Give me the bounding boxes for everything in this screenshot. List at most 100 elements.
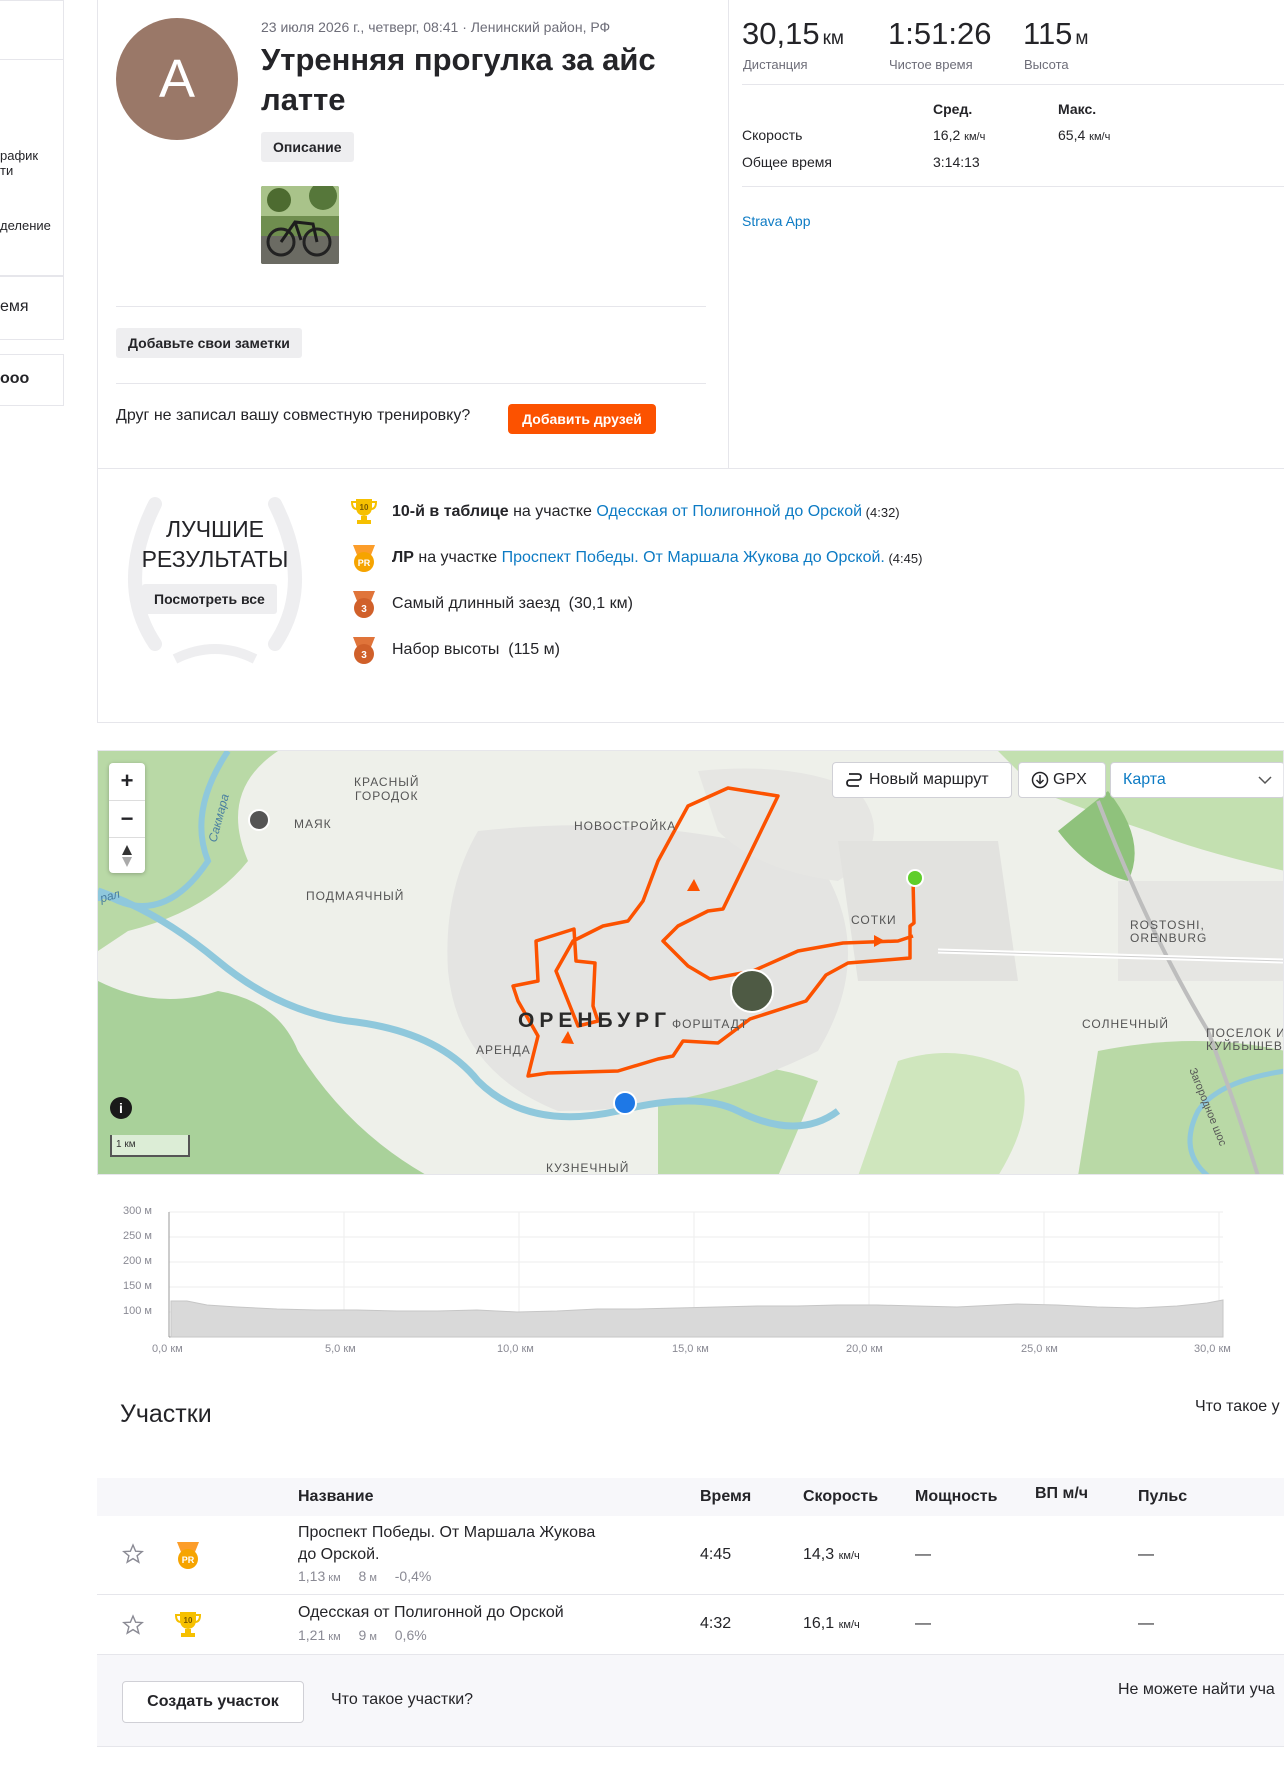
elevation-label: Высота: [1024, 57, 1069, 72]
star-icon[interactable]: [121, 1543, 145, 1565]
map-info-icon[interactable]: i: [110, 1097, 132, 1119]
create-segment-button[interactable]: Создать участок: [122, 1681, 304, 1723]
segment-1-elev-unit: м: [369, 1572, 377, 1584]
map-label-forshtadt: ФОРШТАДТ: [672, 1017, 749, 1031]
segment-name-link[interactable]: Одесская от Полигонной до Орской: [298, 1602, 564, 1624]
see-all-button[interactable]: Посмотреть все: [142, 584, 277, 614]
map-label-krasny: КРАСНЫЙ ГОРОДОК: [354, 775, 420, 803]
svg-text:3: 3: [361, 650, 367, 661]
best-results-badge: ЛУЧШИЕ РЕЗУЛЬТАТЫ: [115, 474, 315, 666]
elevation-chart[interactable]: 300 м 250 м 200 м 150 м 100 м 0,0 км 5,0…: [97, 1185, 1284, 1365]
row-2-badge-text: 10: [184, 1616, 193, 1625]
distance-unit: км: [822, 28, 844, 49]
map-type-value: Карта: [1123, 771, 1166, 788]
segments-help-link-top[interactable]: Что такое у: [1195, 1398, 1280, 1416]
achievement-1-bold: 10-й в таблице: [392, 503, 509, 520]
elev-x-tick-30: 30,0 км: [1194, 1343, 1231, 1355]
achievement-1-text: на участке: [508, 503, 597, 520]
download-icon: [1031, 771, 1049, 789]
sidebar-item-graph[interactable]: рафик ти: [0, 148, 38, 178]
elev-x-tick-25: 25,0 км: [1021, 1343, 1058, 1355]
col-hr[interactable]: Пульс: [1138, 1488, 1187, 1506]
map-label-novostroyka: НОВОСТРОЙКА: [574, 819, 677, 833]
activity-photo-marker[interactable]: [730, 969, 774, 1013]
map-type-select[interactable]: Карта: [1110, 762, 1283, 798]
achievement-2-segment-link[interactable]: Проспект Победы. От Маршала Жукова до Ор…: [502, 549, 885, 567]
activity-photo[interactable]: [261, 186, 339, 264]
zoom-controls: + −: [109, 763, 145, 873]
add-friends-button[interactable]: Добавить друзей: [508, 404, 656, 434]
route-map[interactable]: + − i 1 км Новый маршрут GPX Карта КРАСН…: [97, 750, 1284, 1175]
map-label-mayak: МАЯК: [294, 817, 332, 831]
segment-2-elev: 9: [358, 1627, 367, 1643]
viewpoint-marker-icon[interactable]: [613, 1091, 637, 1115]
segment-1-stats: 1,13 км 8м -0,4%: [298, 1568, 431, 1584]
trophy-10-icon: 10: [174, 1610, 202, 1640]
col-name[interactable]: Название: [298, 1488, 374, 1506]
zoom-in-button[interactable]: +: [109, 763, 145, 799]
map-label-podmayachny: ПОДМАЯЧНЫЙ: [306, 889, 405, 903]
sidebar-item-distribution[interactable]: деление: [0, 218, 51, 233]
friend-prompt: Друг не записал вашу совместную трениров…: [116, 407, 471, 424]
segment-2-grade: 0,6%: [394, 1627, 427, 1643]
segment-2-elev-unit: м: [369, 1631, 377, 1643]
strava-app-link[interactable]: Strava App: [742, 213, 811, 229]
segment-2-hr: —: [1138, 1615, 1154, 1632]
map-label-kuznechny: КУЗНЕЧНЫЙ: [546, 1161, 630, 1175]
col-speed[interactable]: Скорость: [803, 1488, 878, 1506]
compass-icon: [122, 844, 132, 867]
cant-find-segment-link[interactable]: Не можете найти уча: [1118, 1681, 1275, 1699]
moving-time-label: Чистое время: [889, 57, 973, 72]
segment-2-speed-value: 16,1: [803, 1615, 835, 1632]
map-label-krasny-line2: ГОРОДОК: [355, 789, 419, 803]
col-power[interactable]: Мощность: [915, 1488, 997, 1506]
elev-x-tick-15: 15,0 км: [672, 1343, 709, 1355]
col-time[interactable]: Время: [700, 1488, 751, 1506]
zoom-out-button[interactable]: −: [109, 800, 145, 836]
segment-1-time: 4:45: [700, 1546, 732, 1563]
moving-time-stat: 1:51:26: [888, 16, 992, 51]
segment-row[interactable]: [97, 1516, 1284, 1595]
elev-y-tick-150: 150 м: [123, 1280, 152, 1292]
segments-table-header: [97, 1478, 1284, 1516]
distance-stat: 30,15 км: [742, 16, 844, 52]
compass-button[interactable]: [109, 837, 145, 873]
segment-row[interactable]: [97, 1596, 1284, 1655]
elevation-stat: 115 м: [1023, 16, 1088, 52]
elevation-plot: [168, 1211, 1224, 1338]
panel-divider-horizontal: [97, 468, 1284, 469]
sidebar-item-time[interactable]: емя: [0, 298, 29, 316]
map-label-sotki: СОТКИ: [851, 913, 897, 927]
map-label-arenda: АРЕНДА: [476, 1043, 531, 1057]
svg-text:10: 10: [360, 503, 369, 512]
speed-label: Скорость: [742, 127, 803, 143]
add-notes-chip[interactable]: Добавьте свои заметки: [116, 328, 302, 358]
segment-2-dist-unit: км: [328, 1631, 341, 1643]
header-separator-1: [116, 306, 706, 307]
pr-medal-icon: PR: [353, 545, 375, 572]
sidebar-item-graph-line2: ти: [0, 163, 14, 178]
description-chip[interactable]: Описание: [261, 132, 354, 162]
gpx-button[interactable]: GPX: [1018, 762, 1106, 798]
speed-avg-unit: км/ч: [964, 131, 986, 143]
segment-name-link[interactable]: Проспект Победы. От Маршала Жукова до Ор…: [298, 1522, 595, 1566]
activity-meta: 23 июля 2026 г., четверг, 08:41 · Ленинс…: [261, 19, 611, 35]
sidebar-more-button[interactable]: ооо: [0, 370, 29, 388]
elev-y-tick-100: 100 м: [123, 1305, 152, 1317]
map-label-solnechny: СОЛНЕЧНЫЙ: [1082, 1017, 1170, 1031]
new-route-button[interactable]: Новый маршрут: [832, 762, 1012, 798]
col-vam[interactable]: ВП м/ч: [1035, 1485, 1088, 1503]
gpx-label: GPX: [1053, 771, 1087, 788]
segment-1-speed-unit: км/ч: [838, 1550, 860, 1562]
segment-1-name-line2: до Орской.: [298, 1546, 380, 1563]
elev-y-tick-200: 200 м: [123, 1255, 152, 1267]
achievement-4-text: Набор высоты (115 м): [392, 641, 560, 658]
achievement-1-segment-link[interactable]: Одесская от Полигонной до Орской: [596, 503, 862, 521]
activity-title: Утренняя прогулка за айс латте: [261, 42, 656, 117]
header-separator-2: [116, 383, 706, 384]
star-icon[interactable]: [121, 1614, 145, 1636]
map-label-poselok-line2: КУЙБЫШЕВ: [1206, 1039, 1283, 1053]
athlete-avatar[interactable]: A: [116, 18, 238, 140]
segments-help-link[interactable]: Что такое участки?: [331, 1691, 473, 1709]
speed-avg: 16,2 км/ч: [933, 127, 985, 143]
